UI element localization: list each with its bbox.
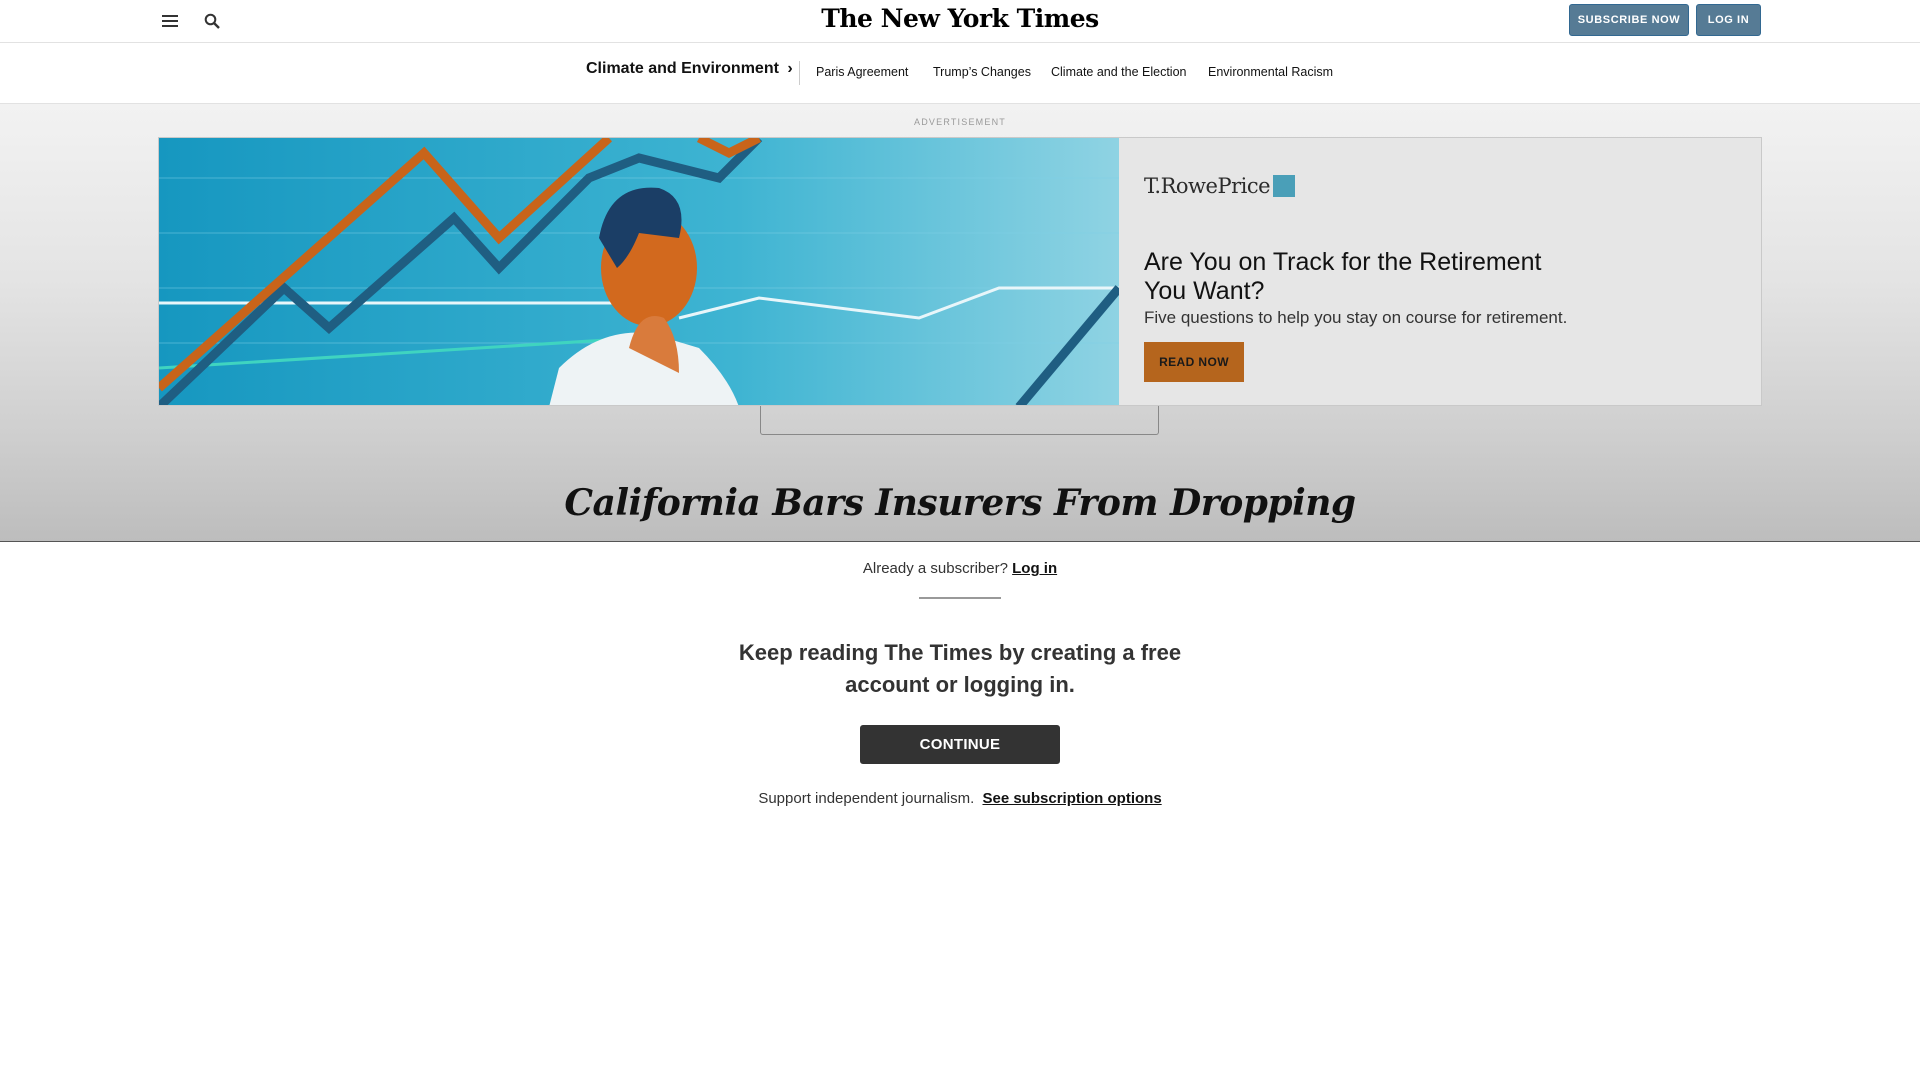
nav-link-paris-agreement[interactable]: Paris Agreement (816, 65, 908, 79)
login-button[interactable]: LOG IN (1696, 4, 1761, 36)
section-title: Climate and Environment (586, 60, 779, 77)
section-nav: Climate and Environment › Paris Agreemen… (0, 43, 1920, 104)
support-text: Support independent journalism. (758, 790, 975, 807)
ad-headline: Are You on Track for the Retirement You … (1144, 248, 1542, 305)
top-header: The New York Times SUBSCRIBE NOW LOG IN (0, 0, 1920, 43)
login-link[interactable]: Log in (1012, 560, 1057, 577)
ad-brand-logo: T.RowePrice (1144, 174, 1296, 198)
continue-button[interactable]: CONTINUE (860, 725, 1060, 764)
ad-illustration (159, 138, 1119, 405)
already-subscriber-text: Already a subscriber? (862, 560, 1008, 577)
paywall-title: Keep reading The Times by creating a fre… (738, 640, 1182, 697)
nav-link-trumps-changes[interactable]: Trump’s Changes (933, 65, 1031, 79)
subscription-options-link[interactable]: See subscription options (982, 790, 1161, 807)
ad-read-now-button[interactable]: READ NOW (1144, 342, 1244, 382)
article-headline: California Bars Insurers From Dropping (564, 482, 1356, 524)
nav-link-environmental-racism[interactable]: Environmental Racism (1208, 65, 1333, 79)
chevron-right-icon: › (787, 60, 793, 77)
ad-brand-name: T.RowePrice (1144, 174, 1271, 198)
ad-subtext: Five questions to help you stay on cours… (1144, 308, 1568, 327)
ad-label: ADVERTISEMENT (914, 117, 1006, 127)
ad-brand-mark-icon (1273, 175, 1296, 197)
section-title-link[interactable]: Climate and Environment › (586, 60, 793, 78)
nav-link-climate-election[interactable]: Climate and the Election (1051, 65, 1187, 79)
support-line: Support independent journalism. See subs… (0, 790, 1920, 807)
section-divider (799, 61, 800, 85)
ad-copy: T.RowePrice Are You on Track for the Ret… (1144, 138, 1744, 405)
subscribe-button[interactable]: SUBSCRIBE NOW (1569, 4, 1689, 36)
paywall-divider (919, 597, 1001, 599)
already-subscriber-line: Already a subscriber? Log in (0, 560, 1920, 577)
faded-share-box (760, 406, 1159, 435)
paywall-panel: Already a subscriber? Log in Keep readin… (0, 542, 1920, 1080)
advertisement-banner[interactable]: T.RowePrice Are You on Track for the Ret… (158, 137, 1762, 406)
